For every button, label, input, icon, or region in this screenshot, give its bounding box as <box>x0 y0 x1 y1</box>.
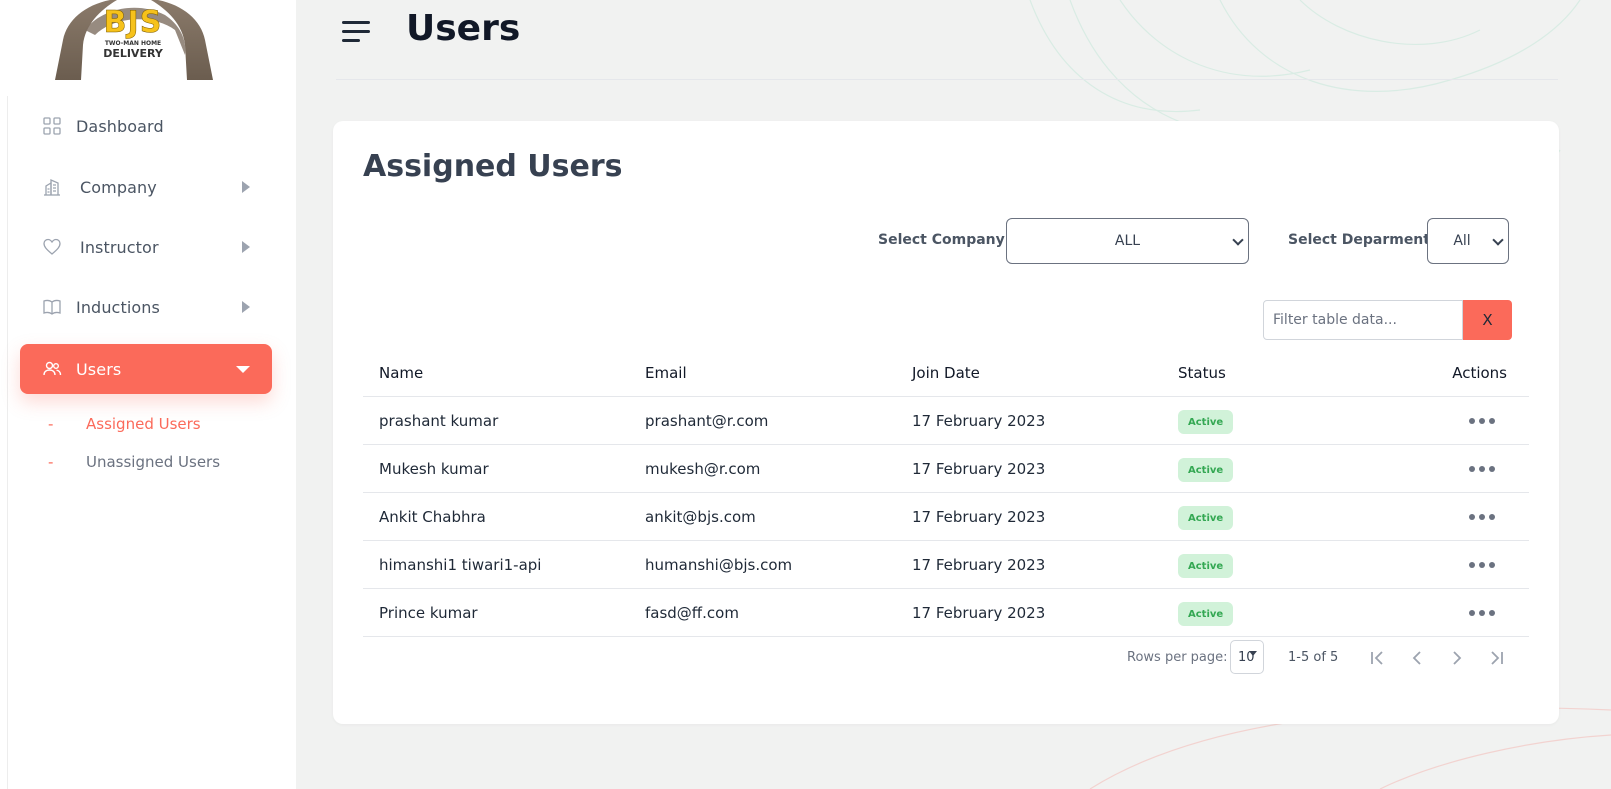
first-page-icon[interactable] <box>1365 646 1389 670</box>
sidebar-item-users[interactable]: Users <box>20 344 272 394</box>
status-badge: Active <box>1178 602 1234 626</box>
chevron-down-icon <box>1232 234 1244 246</box>
cell-join-date: 17 February 2023 <box>912 604 1046 622</box>
column-header-email[interactable]: Email <box>645 364 687 382</box>
department-filter-label: Select Deparment <box>1288 232 1430 248</box>
chevron-right-icon <box>242 181 250 193</box>
sidebar: BJS TWO-MAN HOME DELIVERY Dashboard Comp… <box>0 0 296 789</box>
status-badge: Active <box>1178 458 1234 482</box>
cell-join-date: 17 February 2023 <box>912 412 1046 430</box>
rows-per-page-select[interactable]: 10 <box>1230 640 1264 674</box>
cell-email: fasd@ff.com <box>645 604 739 622</box>
subitem-dash: - <box>48 415 54 433</box>
chevron-right-icon <box>242 241 250 253</box>
cell-name: Ankit Chabhra <box>379 508 486 526</box>
cell-name: Prince kumar <box>379 604 478 622</box>
sidebar-divider <box>7 96 8 789</box>
cell-join-date: 17 February 2023 <box>912 556 1046 574</box>
pagination-range: 1-5 of 5 <box>1288 650 1339 665</box>
next-page-icon[interactable] <box>1445 646 1469 670</box>
sidebar-item-label: Users <box>76 359 122 379</box>
department-select-value: All <box>1453 233 1471 249</box>
cell-email: humanshi@bjs.com <box>645 556 793 574</box>
more-actions-icon[interactable] <box>1469 459 1495 479</box>
users-icon <box>43 361 62 376</box>
heart-icon <box>43 238 61 255</box>
sidebar-item-label: Company <box>80 177 157 197</box>
previous-page-icon[interactable] <box>1405 646 1429 670</box>
clear-filter-button[interactable]: X <box>1463 300 1512 340</box>
book-icon <box>43 299 61 315</box>
sidebar-item-dashboard[interactable]: Dashboard <box>20 102 272 150</box>
sidebar-subitem-assigned-users[interactable]: - Assigned Users <box>48 415 201 433</box>
status-badge: Active <box>1178 554 1234 578</box>
assigned-users-card: Assigned Users Select Company ALL Select… <box>333 121 1559 724</box>
cell-name: prashant kumar <box>379 412 499 430</box>
logo-text-sub: TWO-MAN HOME <box>104 40 162 47</box>
logo-text-delivery: DELIVERY <box>103 47 163 60</box>
department-select[interactable]: All <box>1427 218 1509 264</box>
sidebar-subitem-unassigned-users[interactable]: - Unassigned Users <box>48 453 220 471</box>
sidebar-item-inductions[interactable]: Inductions <box>20 283 272 331</box>
cell-email: ankit@bjs.com <box>645 508 756 526</box>
cell-join-date: 17 February 2023 <box>912 460 1046 478</box>
company-select[interactable]: ALL <box>1006 218 1249 264</box>
building-icon <box>44 179 60 196</box>
sidebar-item-label: Dashboard <box>76 116 164 136</box>
column-header-status[interactable]: Status <box>1178 364 1226 382</box>
chevron-down-icon <box>1492 234 1504 246</box>
column-header-name[interactable]: Name <box>379 364 423 382</box>
status-badge: Active <box>1178 410 1234 434</box>
table-row[interactable]: himanshi1 tiwari1-api humanshi@bjs.com 1… <box>363 541 1529 589</box>
table-row[interactable]: Ankit Chabhra ankit@bjs.com 17 February … <box>363 493 1529 541</box>
table-pagination: Rows per page: 10 1-5 of 5 <box>333 638 1559 678</box>
page-header: Users <box>336 0 1558 80</box>
subitem-dash: - <box>48 453 54 471</box>
more-actions-icon[interactable] <box>1469 507 1495 527</box>
caret-down-icon <box>236 366 250 373</box>
sidebar-item-label: Instructor <box>80 237 159 257</box>
cell-name: Mukesh kumar <box>379 460 489 478</box>
cell-email: mukesh@r.com <box>645 460 761 478</box>
grid-icon <box>43 117 61 135</box>
column-header-actions: Actions <box>1452 364 1507 382</box>
subitem-label: Assigned Users <box>86 415 201 433</box>
company-filter-label: Select Company <box>878 232 1005 248</box>
caret-down-icon <box>1249 651 1257 656</box>
bjs-logo[interactable]: BJS TWO-MAN HOME DELIVERY <box>55 0 213 80</box>
page-title: Users <box>406 8 521 49</box>
rows-per-page-label: Rows per page: <box>1127 650 1228 665</box>
card-title: Assigned Users <box>363 149 623 184</box>
table-filter-input[interactable] <box>1263 300 1463 340</box>
menu-toggle-icon[interactable] <box>342 20 370 44</box>
sidebar-item-company[interactable]: Company <box>20 163 272 211</box>
table-header: Name Email Join Date Status Actions <box>363 348 1529 397</box>
company-select-value: ALL <box>1114 233 1141 249</box>
more-actions-icon[interactable] <box>1469 411 1495 431</box>
more-actions-icon[interactable] <box>1469 603 1495 623</box>
table-row[interactable]: Mukesh kumar mukesh@r.com 17 February 20… <box>363 445 1529 493</box>
cell-join-date: 17 February 2023 <box>912 508 1046 526</box>
subitem-label: Unassigned Users <box>86 453 221 471</box>
last-page-icon[interactable] <box>1485 646 1509 670</box>
logo-text-main: BJS <box>103 5 163 40</box>
users-table: Name Email Join Date Status Actions pras… <box>363 348 1529 637</box>
column-header-join-date[interactable]: Join Date <box>912 364 980 382</box>
status-badge: Active <box>1178 506 1234 530</box>
sidebar-item-label: Inductions <box>76 297 160 317</box>
cell-name: himanshi1 tiwari1-api <box>379 556 542 574</box>
more-actions-icon[interactable] <box>1469 555 1495 575</box>
chevron-right-icon <box>242 301 250 313</box>
table-row[interactable]: prashant kumar prashant@r.com 17 Februar… <box>363 397 1529 445</box>
cell-email: prashant@r.com <box>645 412 769 430</box>
table-row[interactable]: Prince kumar fasd@ff.com 17 February 202… <box>363 589 1529 637</box>
header-divider <box>336 79 1558 80</box>
sidebar-item-instructor[interactable]: Instructor <box>20 223 272 271</box>
